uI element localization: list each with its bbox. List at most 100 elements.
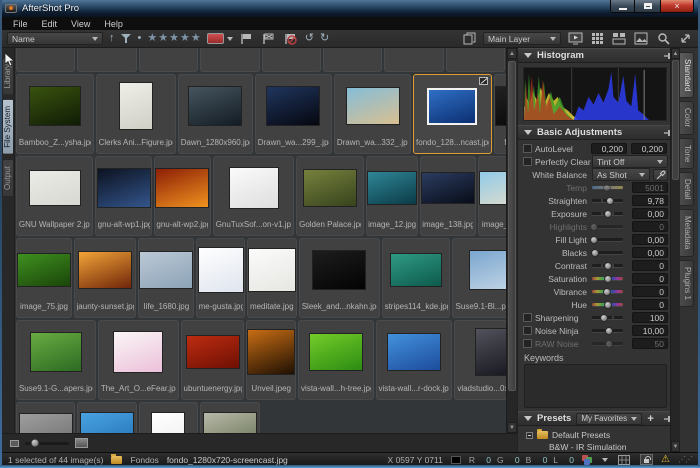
straighten-value[interactable]: 9,78 <box>632 195 668 206</box>
panel-scrollbar[interactable]: ▲ ▼ <box>670 48 680 452</box>
saturation-slider-thumb[interactable] <box>604 275 612 283</box>
thumbnail-cell[interactable]: meditate.jpg <box>247 238 297 318</box>
vibrance-value[interactable]: 0 <box>632 286 668 297</box>
thumbnail-cell[interactable] <box>446 48 505 72</box>
contrast-value[interactable]: 0 <box>632 260 668 271</box>
thumbnail-cell[interactable]: life_1680.jpg <box>138 238 194 318</box>
blacks-slider[interactable] <box>592 251 623 254</box>
sort-field-dropdown[interactable]: Name <box>7 32 103 45</box>
thumbnail-cell[interactable]: gnu-alt-wp1.jpg <box>95 156 152 236</box>
menu-item-help[interactable]: Help <box>97 17 130 30</box>
highlights-slider-thumb[interactable] <box>590 223 598 231</box>
thumbnail-cell[interactable] <box>16 48 75 72</box>
thumbnail-cell[interactable]: vista-wall...h-tree.jpg <box>298 320 373 400</box>
grid-scrollbar-thumb[interactable] <box>508 61 516 391</box>
keywords-input[interactable] <box>524 364 667 408</box>
thumbnail-cell[interactable] <box>200 48 259 72</box>
thumbnail-cell[interactable] <box>200 402 259 433</box>
white-balance-eyedropper-button[interactable] <box>653 169 668 181</box>
temp-slider[interactable] <box>592 186 623 189</box>
sharpening-checkbox[interactable] <box>523 313 532 322</box>
magnifier-icon[interactable] <box>655 32 671 45</box>
thumbnail-cell[interactable]: gnu-alt-wp2.jpg <box>154 156 211 236</box>
thumbnail-cell[interactable]: vladstudio...0x1024.jpg <box>454 320 506 400</box>
autolevel-value-1[interactable]: 0,200 <box>591 143 627 154</box>
noise-ninja-value[interactable]: 10,00 <box>632 325 668 336</box>
preset-item-b-w-ir-simulation[interactable]: B&W - IR Simulation <box>526 441 666 452</box>
hue-slider[interactable] <box>592 303 623 306</box>
menu-item-file[interactable]: File <box>6 17 35 30</box>
chevron-down-icon[interactable] <box>227 37 233 41</box>
thumbnail-cell[interactable]: vista-wall...r-dock.jpg <box>376 320 453 400</box>
grid-scrollbar[interactable]: ▲ ▼ <box>506 48 517 433</box>
raw-noise-slider-thumb[interactable] <box>605 340 613 348</box>
flag-clear-icon[interactable] <box>283 32 299 45</box>
contrast-slider-thumb[interactable] <box>604 262 612 270</box>
thumbnail-cell[interactable]: Bamboo_Z...ysha.jpg <box>16 74 94 154</box>
collapse-icon[interactable] <box>524 130 532 135</box>
small-thumbnails-icon[interactable] <box>10 440 19 447</box>
perfectly-clear-dropdown[interactable]: Tint Off <box>592 155 668 168</box>
image-view-icon[interactable] <box>633 32 649 45</box>
presets-collection-dropdown[interactable]: My Favorites <box>576 413 642 425</box>
sidebar-tab-file-system[interactable]: File System <box>2 99 14 155</box>
exposure-value[interactable]: 0,00 <box>632 208 668 219</box>
panel-tab-standard[interactable]: Standard <box>680 52 694 98</box>
highlights-slider[interactable] <box>592 225 623 228</box>
fill-light-slider[interactable] <box>592 238 623 241</box>
scroll-down-icon[interactable]: ▼ <box>507 422 517 433</box>
raw-noise-slider[interactable] <box>592 342 623 345</box>
autolevel-value-2[interactable]: 0,200 <box>631 143 667 154</box>
thumbnail-cell[interactable]: jaunty-sunset.jpg <box>74 238 136 318</box>
thumbnail-view-icon[interactable] <box>611 32 627 45</box>
flag-pick-icon[interactable] <box>239 32 255 45</box>
hue-slider-thumb[interactable] <box>604 301 612 309</box>
thumbnail-cell[interactable]: Unveil.jpeg <box>246 320 296 400</box>
star-icon[interactable]: ★ <box>191 33 201 44</box>
thumbnail-cell[interactable]: Sleek_and...nkahn.jpg <box>299 238 380 318</box>
collapse-icon[interactable] <box>524 416 532 421</box>
add-preset-button[interactable]: + <box>647 414 653 424</box>
chevron-down-icon[interactable] <box>602 458 608 462</box>
thumbnail-cell[interactable]: GnuTuxSof...on-v1.jpg <box>213 156 295 236</box>
white-balance-dropdown[interactable]: As Shot <box>592 168 650 181</box>
maximize-button[interactable] <box>635 0 660 13</box>
multi-image-view-icon[interactable] <box>589 32 605 45</box>
resize-grip[interactable]: ⋰⋰ <box>678 455 692 464</box>
saturation-value[interactable]: 0 <box>632 273 668 284</box>
sharpening-value[interactable]: 100 <box>632 312 668 323</box>
thumbnail-cell[interactable]: Clerks Ani...Figure.jpg <box>96 74 176 154</box>
fullscreen-toggle-icon[interactable] <box>677 32 693 45</box>
panel-tab-plugins-1[interactable]: Plugins 1 <box>680 260 694 307</box>
sidebar-tab-output[interactable]: Output <box>2 159 14 197</box>
raw-noise-value[interactable]: 50 <box>632 338 668 349</box>
thumbnail-cell[interactable] <box>384 48 443 72</box>
thumbnail-cell[interactable] <box>139 48 198 72</box>
sharpening-slider-thumb[interactable] <box>600 314 608 322</box>
thumbnail-cell[interactable]: Drawn_wa...332_.jpg <box>334 74 411 154</box>
filter-icon[interactable] <box>121 33 132 44</box>
color-management-icon[interactable] <box>582 455 594 465</box>
thumbnail-cell[interactable] <box>16 402 75 433</box>
star-icon[interactable]: ★ <box>158 33 168 44</box>
color-label-swatch[interactable] <box>207 33 224 44</box>
star-icon[interactable]: ★ <box>147 33 157 44</box>
lock-icon[interactable] <box>640 454 653 465</box>
thumbnail-cell[interactable]: image_75.jpg <box>16 238 72 318</box>
rotate-left-icon[interactable]: ↺ <box>305 33 314 44</box>
sharpening-slider[interactable] <box>592 316 623 319</box>
thumbnail-cell[interactable]: image_138.jpg <box>420 156 476 236</box>
thumbnail-cell[interactable]: Suse9.1-G...apers.jpg <box>16 320 96 400</box>
panel-scrollbar-thumb[interactable] <box>672 60 679 180</box>
saturation-slider[interactable] <box>592 277 623 280</box>
thumbnail-size-slider-thumb[interactable] <box>30 439 39 448</box>
vibrance-slider-thumb[interactable] <box>603 288 611 296</box>
flag-reject-icon[interactable] <box>261 32 277 45</box>
basic-adjustments-header[interactable]: Basic Adjustments <box>518 125 680 140</box>
large-thumbnails-icon[interactable] <box>75 438 88 448</box>
menu-item-edit[interactable]: Edit <box>35 17 65 30</box>
preset-item-default-presets[interactable]: Default Presets <box>526 429 666 441</box>
blacks-value[interactable]: 0,00 <box>632 247 668 258</box>
thumbnail-cell[interactable]: stripes114_kde.jpg <box>382 238 451 318</box>
sort-direction-button[interactable]: ↑ <box>109 33 115 44</box>
